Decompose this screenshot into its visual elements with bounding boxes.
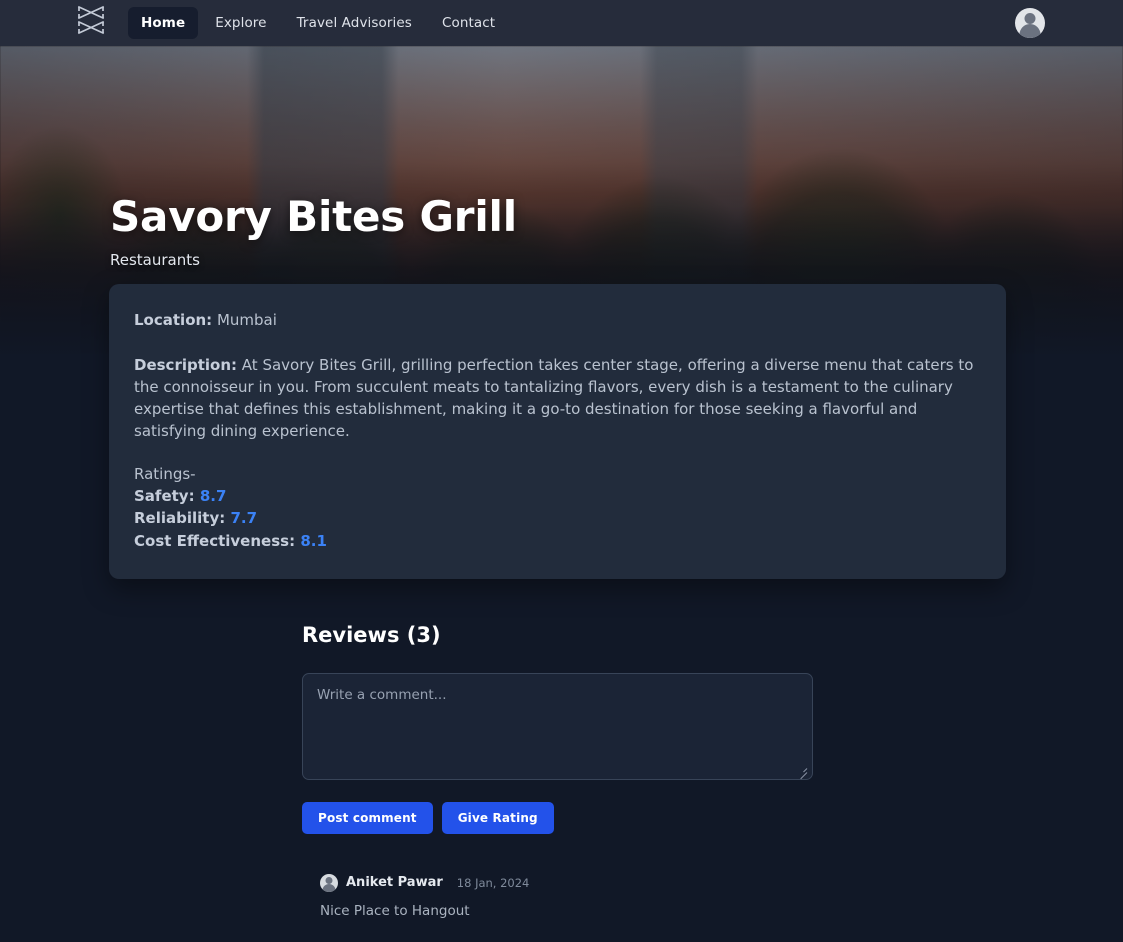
avatar-head-shape xyxy=(325,876,333,884)
nav-item-home[interactable]: Home xyxy=(128,7,199,39)
nav-item-travel-advisories[interactable]: Travel Advisories xyxy=(284,7,425,39)
rating-value-reliability: 7.7 xyxy=(230,509,258,528)
review-list: Aniket Pawar 18 Jan, 2024 Nice Place to … xyxy=(302,873,813,919)
top-navbar: Home Explore Travel Advisories Contact xyxy=(0,0,1123,46)
rating-value-safety: 8.7 xyxy=(199,486,227,505)
rating-label-cost-effectiveness: Cost Effectiveness: xyxy=(134,532,296,551)
reviews-heading: Reviews (3) xyxy=(302,622,441,647)
comment-box-wrapper xyxy=(302,672,813,780)
description-row: Description: At Savory Bites Grill, gril… xyxy=(134,354,982,443)
list-item: Aniket Pawar 18 Jan, 2024 Nice Place to … xyxy=(302,873,813,919)
nav-links: Home Explore Travel Advisories Contact xyxy=(128,7,508,39)
review-author: Aniket Pawar xyxy=(346,875,443,891)
rating-value-cost-effectiveness: 8.1 xyxy=(300,532,327,551)
page-title: Savory Bites Grill xyxy=(110,192,517,241)
ratings-heading: Ratings- xyxy=(134,464,196,483)
review-text: Nice Place to Hangout xyxy=(320,902,470,919)
hero-content: Savory Bites Grill Restaurants xyxy=(0,46,1123,270)
comment-actions: Post comment Give Rating xyxy=(302,801,813,834)
nav-item-explore[interactable]: Explore xyxy=(202,7,279,39)
brand-logo[interactable] xyxy=(70,2,112,44)
rating-label-reliability: Reliability: xyxy=(134,509,226,528)
description-value: At Savory Bites Grill, grilling perfecti… xyxy=(134,355,974,441)
avatar-body-shape xyxy=(322,883,336,892)
page-category: Restaurants xyxy=(110,251,200,270)
post-comment-button[interactable]: Post comment xyxy=(302,801,433,834)
user-avatar-icon[interactable] xyxy=(1015,8,1045,38)
review-date: 18 Jan, 2024 xyxy=(456,875,530,890)
review-header: Aniket Pawar 18 Jan, 2024 xyxy=(302,873,813,892)
rating-row-reliability: Reliability: 7.7 xyxy=(134,507,982,530)
avatar-body-shape xyxy=(1019,24,1041,38)
location-row: Location: Mumbai xyxy=(134,310,982,332)
rating-row-cost-effectiveness: Cost Effectiveness: 8.1 xyxy=(134,530,982,553)
user-avatar-icon xyxy=(320,873,338,892)
comment-input[interactable] xyxy=(302,672,813,780)
place-info-card: Location: Mumbai Description: At Savory … xyxy=(109,284,1006,579)
info-card-wrapper: Location: Mumbai Description: At Savory … xyxy=(0,284,1123,579)
give-rating-button[interactable]: Give Rating xyxy=(441,801,554,834)
avatar-head-shape xyxy=(1024,13,1036,24)
description-label: Description: xyxy=(134,355,238,374)
location-value: Mumbai xyxy=(216,311,277,329)
crossed-x-logo-icon xyxy=(76,5,106,41)
location-label: Location: xyxy=(134,311,213,329)
rating-row-safety: Safety: 8.7 xyxy=(134,485,982,508)
nav-item-contact[interactable]: Contact xyxy=(429,7,508,39)
reviews-section: Reviews (3) Post comment Give Rating Ani… xyxy=(302,623,813,919)
rating-label-safety: Safety: xyxy=(134,486,195,505)
